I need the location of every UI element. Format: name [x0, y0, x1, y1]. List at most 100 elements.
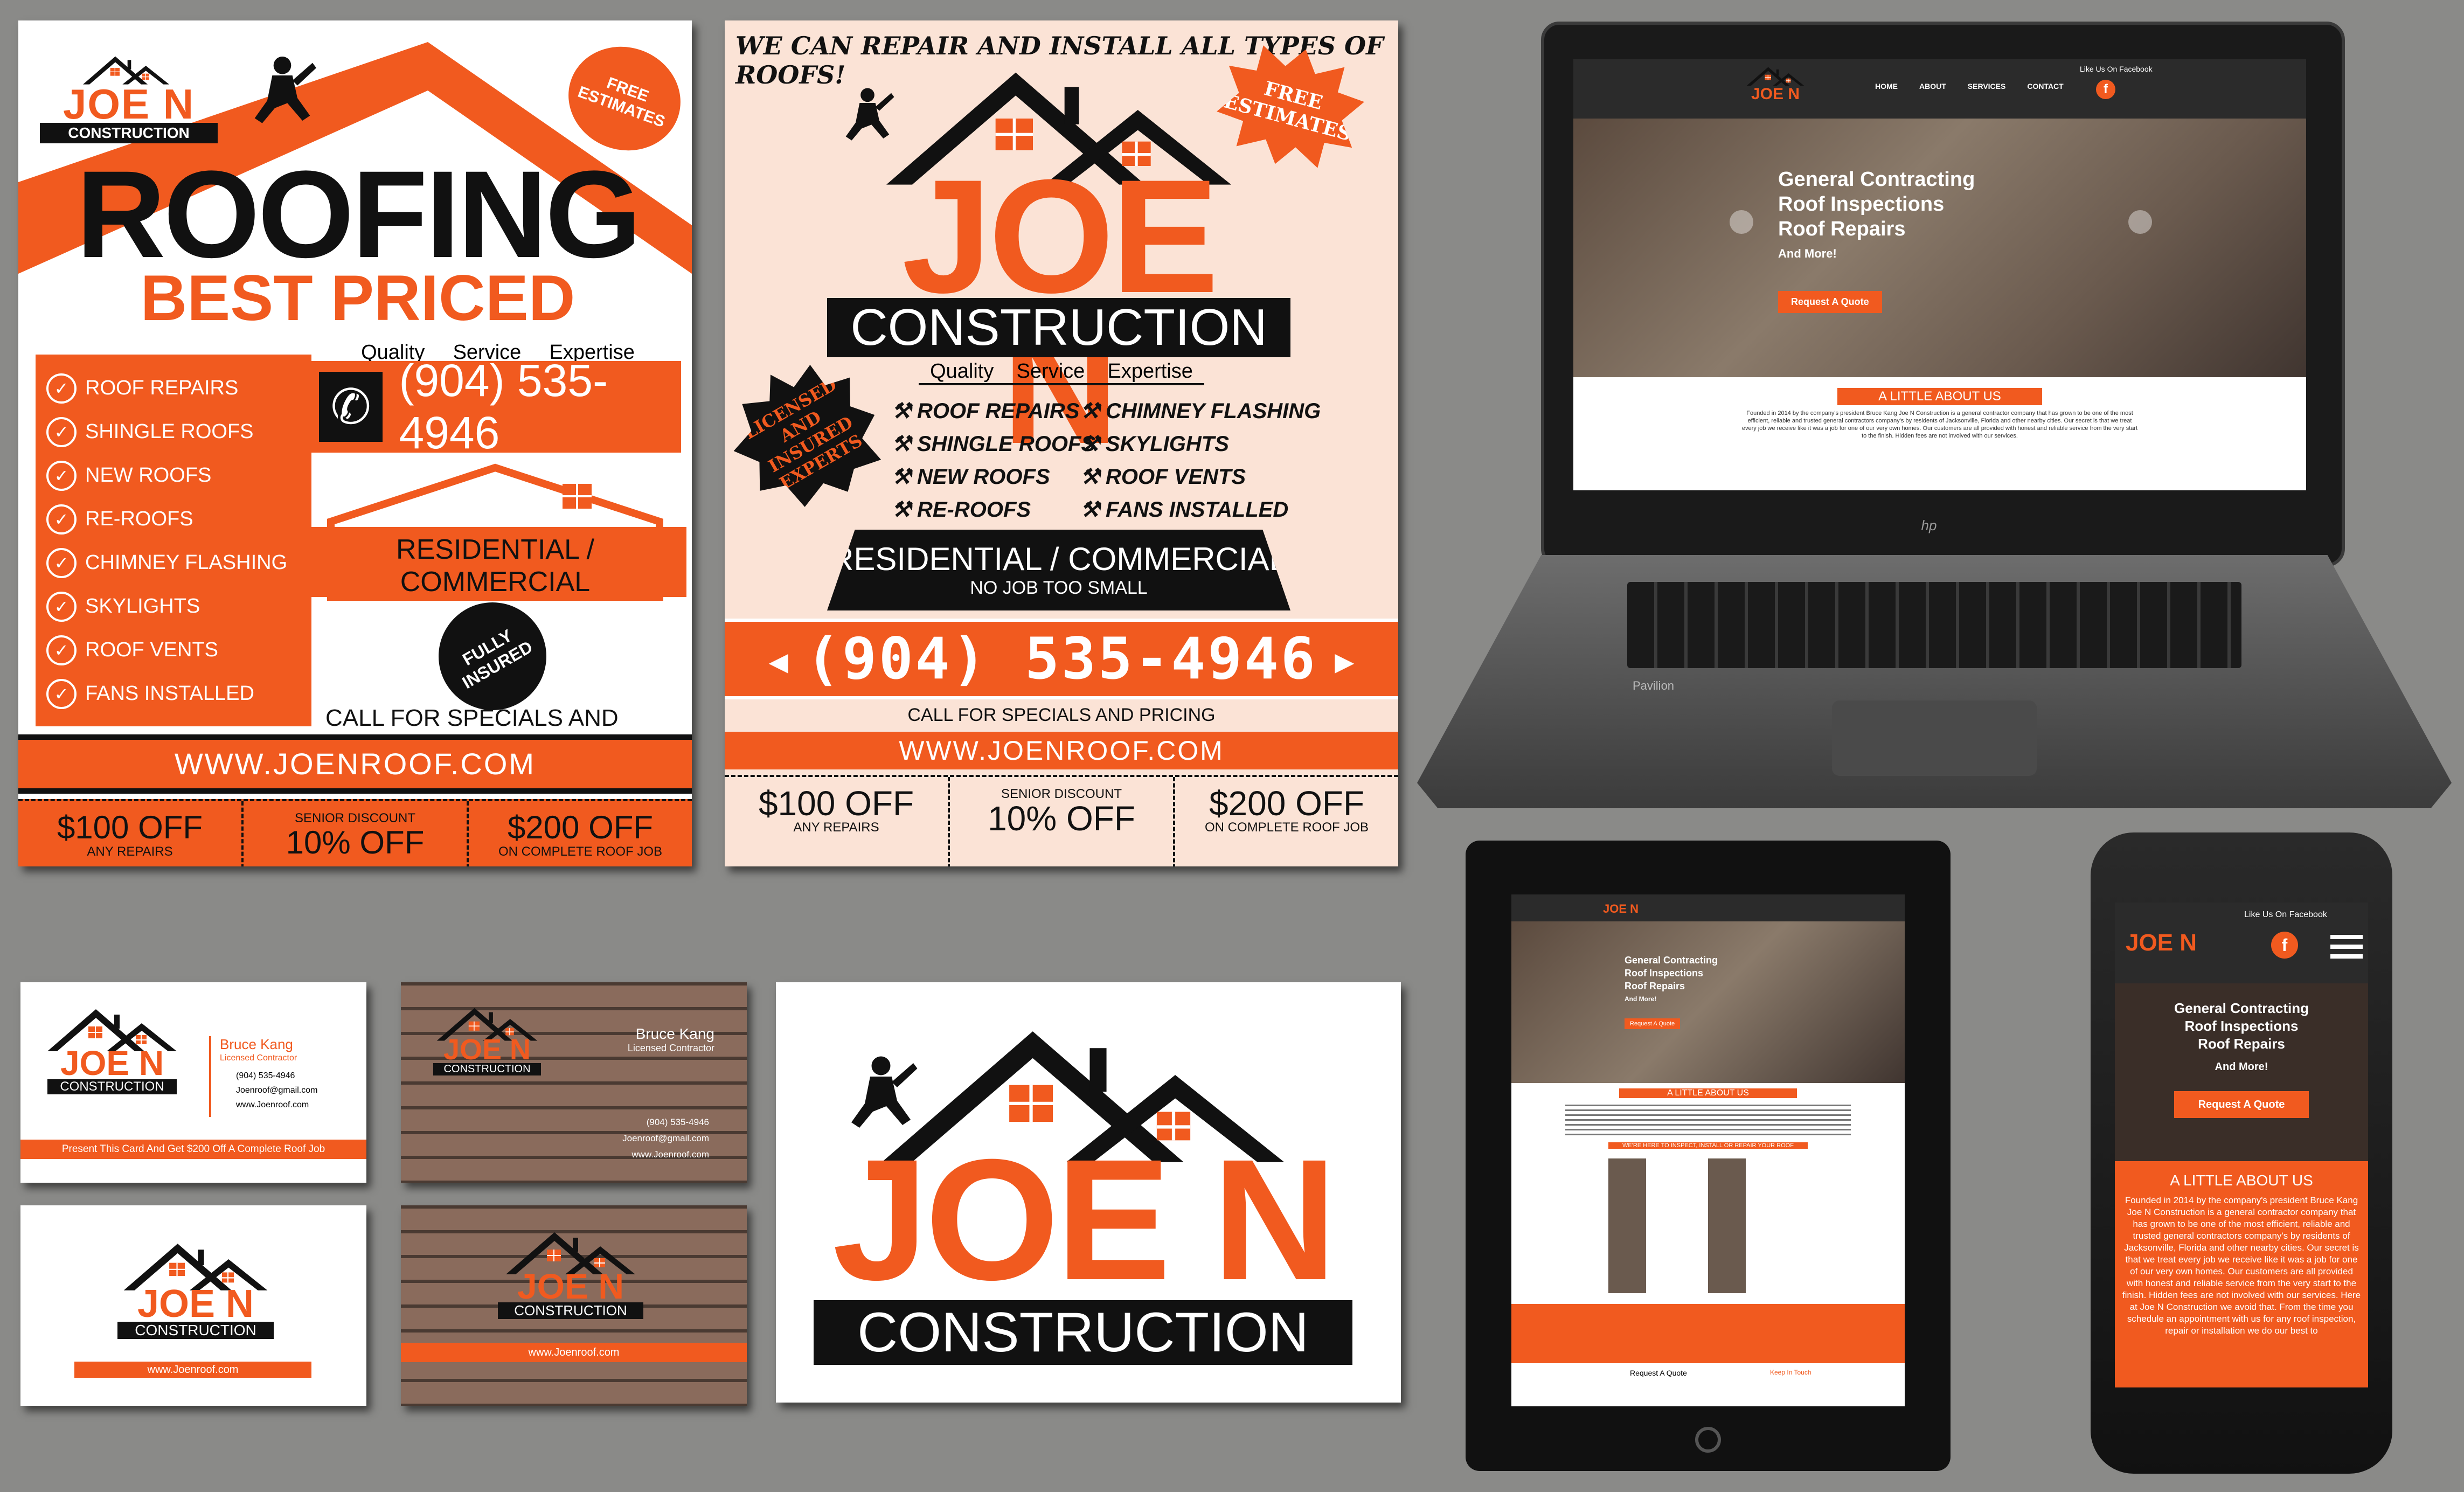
hamburger-menu-icon[interactable]: [2330, 935, 2363, 959]
card4-logo-bottom: CONSTRUCTION: [498, 1302, 643, 1319]
check-circle-icon: ✓: [46, 635, 77, 665]
card-logo-top: JOE N: [60, 1044, 164, 1082]
tablet-service-grid: [1608, 1158, 1808, 1293]
nav-home[interactable]: HOME: [1875, 82, 1898, 91]
phone-request-quote-button[interactable]: Request A Quote: [2174, 1091, 2309, 1118]
phone-header: JOE N Like Us On Facebook f: [2115, 903, 2368, 983]
facebook-icon[interactable]: f: [2096, 80, 2115, 99]
phone-fb-label: Like Us On Facebook: [2244, 910, 2327, 919]
tablet-hero-line-1: General Contracting: [1625, 955, 1718, 966]
phone-icon: ✆: [319, 372, 383, 442]
tablet-home-button[interactable]: [1695, 1427, 1721, 1453]
slider-prev-icon[interactable]: [1730, 210, 1753, 234]
phone-facebook-icon[interactable]: f: [2271, 932, 2298, 959]
card4-logo-top: JOE N: [517, 1266, 624, 1306]
coupon-small: ON COMPLETE ROOF JOB: [498, 844, 663, 859]
request-quote-button[interactable]: Request A Quote: [1778, 291, 1882, 313]
hammer-icon: ⚒: [1080, 399, 1106, 423]
tablet-about-text: [1565, 1105, 1851, 1137]
tablet-hero-title: General Contracting Roof Inspections Roo…: [1625, 954, 1718, 1005]
flyer1-service-item: ✓ CHIMNEY FLASHING: [46, 541, 301, 585]
flyer1-service-item: ✓ ROOF REPAIRS: [46, 366, 301, 410]
tablet-quote-title: Request A Quote: [1630, 1369, 1687, 1377]
hero-line-3: Roof Repairs: [1778, 218, 1906, 240]
flyer2-service-item: ⚒ CHIMNEY FLASHING: [1080, 395, 1321, 428]
hero-line-1: General Contracting: [1778, 168, 1975, 191]
flyer2-website: WWW.JOENROOF.COM: [899, 735, 1224, 766]
flyer1-service-label: RE-ROOFS: [85, 508, 193, 530]
nav-services[interactable]: SERVICES: [1968, 82, 2006, 91]
coupon: $100 OFF ANY REPAIRS: [18, 801, 241, 866]
logo-name-top: JOE N: [63, 80, 195, 128]
flyer2-residential-banner: RESIDENTIAL / COMMERCIAL NO JOB TOO SMAL…: [827, 530, 1290, 610]
flyer2-website-bar: WWW.JOENROOF.COM: [725, 732, 1398, 769]
check-circle-icon: ✓: [46, 417, 77, 447]
flyer2-services-right: ⚒ CHIMNEY FLASHING ⚒ SKYLIGHTS ⚒ ROOF VENT…: [1080, 395, 1321, 526]
card-title: Licensed Contractor: [220, 1053, 297, 1063]
laptop-touchpad[interactable]: [1832, 700, 2037, 776]
tablet-contact-title: Keep In Touch: [1770, 1369, 1811, 1376]
card-logo-bottom: CONSTRUCTION: [47, 1079, 177, 1094]
flyer2-service-item: ⚒ ROOF VENTS: [1080, 461, 1321, 494]
coupon: $100 OFF ANY REPAIRS: [725, 777, 948, 866]
check-circle-icon: ✓: [46, 373, 77, 404]
tablet-logo: JOE N: [1603, 902, 1639, 915]
hammer-icon: ⚒: [1080, 465, 1106, 489]
tablet-hero-line-2: Roof Inspections: [1625, 968, 1704, 979]
tablet-orange-band: [1511, 1304, 1905, 1363]
phone-hero-line-1: General Contracting: [2174, 1000, 2309, 1016]
flyer1-residential-box: RESIDENTIAL / COMMERCIAL NO JOB TOO SMAL…: [304, 527, 686, 624]
hero-line-2: Roof Inspections: [1778, 193, 1945, 216]
coupon-small: ON COMPLETE ROOF JOB: [1204, 820, 1369, 835]
card-offer: Present This Card And Get $200 Off A Com…: [20, 1140, 366, 1159]
nav-about[interactable]: ABOUT: [1919, 82, 1946, 91]
flyer1-service-item: ✓ RE-ROOFS: [46, 497, 301, 541]
flyer1-service-item: ✓ NEW ROOFS: [46, 454, 301, 497]
flyer2-phone: (904) 535-4946: [806, 626, 1317, 692]
phone-screen: JOE N Like Us On Facebook f General Cont…: [2115, 903, 2368, 1387]
card2-logo-bottom: CONSTRUCTION: [433, 1063, 541, 1075]
flyer1-service-label: ROOF REPAIRS: [85, 377, 239, 399]
flyer1-phone-box: ✆ (904) 535-4946: [304, 355, 681, 458]
flyer1-service-label: FANS INSTALLED: [85, 682, 254, 705]
tablet-hero-line-3: Roof Repairs: [1625, 981, 1685, 991]
site-logo-text: JOE N: [1751, 85, 1800, 103]
flyer2-call: CALL FOR SPECIALS AND PRICING: [907, 705, 1216, 725]
flyer2-tagline: Quality Service Expertise: [919, 360, 1204, 385]
logo-card-name-bottom: CONSTRUCTION: [814, 1300, 1352, 1365]
f2-tag-quality: Quality: [930, 360, 994, 383]
insured-text: FULLY INSURED: [459, 625, 536, 693]
card-web: www.Joenroof.com: [236, 1100, 309, 1109]
flyer1-service-label: ROOF VENTS: [85, 639, 219, 661]
slider-next-icon[interactable]: [2128, 210, 2152, 234]
roofer-silhouette-icon: [245, 53, 320, 128]
flyer2-service-item: ⚒ RE-ROOFS: [892, 494, 1095, 526]
card4-web: www.Joenroof.com: [401, 1343, 747, 1362]
laptop-brand-logo: hp: [1921, 517, 1937, 533]
business-card-front: JOE N CONSTRUCTION Bruce Kang Licensed C…: [20, 982, 366, 1183]
tablet-site-header: JOE N: [1511, 894, 1905, 921]
check-circle-icon: ✓: [46, 678, 77, 709]
phone-mockup: JOE N Like Us On Facebook f General Cont…: [2091, 832, 2392, 1474]
card2-email: Joenroof@gmail.com: [622, 1133, 709, 1143]
flyer2-name-bottom: CONSTRUCTION: [827, 298, 1290, 357]
coupon-small: SENIOR DISCOUNT: [294, 811, 415, 825]
tablet-request-quote-button[interactable]: Request A Quote: [1625, 1018, 1681, 1029]
laptop-screen: JOE N HOME ABOUT SERVICES CONTACT Like U…: [1573, 59, 2306, 490]
business-card-back-1: JOE N CONSTRUCTION Bruce Kang Licensed C…: [401, 982, 747, 1183]
check-circle-icon: ✓: [46, 504, 77, 535]
flyer2-service-item: ⚒ SKYLIGHTS: [1080, 428, 1321, 461]
nav-contact[interactable]: CONTACT: [2027, 82, 2063, 91]
hammer-icon: ⚒: [1080, 498, 1106, 522]
tablet-screen: JOE N General Contracting Roof Inspectio…: [1511, 894, 1905, 1406]
card2-name: Bruce Kang: [635, 1025, 714, 1042]
flyer-roofing: JOE N CONSTRUCTION FREE ESTIMATES ROOFIN…: [18, 20, 692, 866]
hammer-icon: ⚒: [892, 432, 917, 456]
flyer1-service-label: CHIMNEY FLASHING: [85, 551, 288, 574]
phone-about-section: A LITTLE ABOUT US Founded in 2014 by the…: [2115, 1161, 2368, 1387]
laptop-keyboard: [1627, 582, 2241, 668]
flyer1-website: WWW.JOENROOF.COM: [174, 747, 536, 781]
flyer1-service-item: ✓ ROOF VENTS: [46, 628, 301, 672]
card3-web: www.Joenroof.com: [74, 1362, 311, 1378]
phone-hero-title: General Contracting Roof Inspections Roo…: [2115, 1000, 2368, 1076]
